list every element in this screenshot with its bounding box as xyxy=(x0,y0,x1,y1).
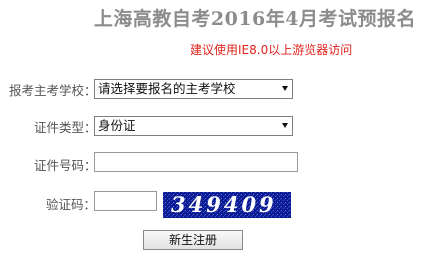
captcha-input[interactable] xyxy=(94,191,157,211)
browser-tip: 建议使用IE8.0以上游览器访问 xyxy=(190,43,353,57)
page-title: 上海高教自考2016年4月考试预报名 xyxy=(93,8,416,30)
captcha-label: 验证码： xyxy=(46,197,97,212)
school-label: 报考主考学校： xyxy=(9,83,97,98)
register-button[interactable]: 新生注册 xyxy=(143,230,243,250)
school-select[interactable]: 请选择要报名的主考学校 xyxy=(94,79,293,99)
id-number-label: 证件号码： xyxy=(34,158,97,173)
dropdown-arrow-icon xyxy=(282,86,288,91)
captcha-image[interactable]: 349409 xyxy=(163,192,291,218)
captcha-text: 349409 xyxy=(171,192,277,217)
id-number-input[interactable] xyxy=(94,152,298,172)
id-type-label: 证件类型： xyxy=(34,120,97,135)
id-type-select-value: 身份证 xyxy=(98,118,136,133)
school-select-value: 请选择要报名的主考学校 xyxy=(98,81,236,96)
dropdown-arrow-icon xyxy=(282,123,288,128)
id-type-select[interactable]: 身份证 xyxy=(94,116,293,136)
